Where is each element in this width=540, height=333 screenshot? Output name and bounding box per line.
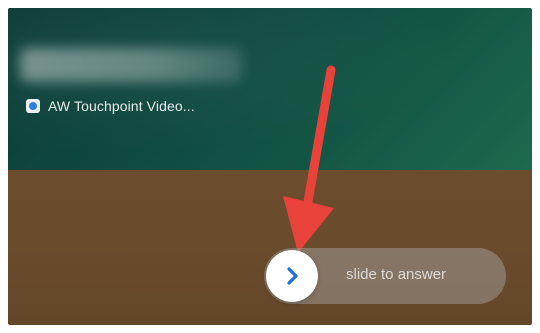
slide-to-answer-slider[interactable]: slide to answer	[264, 248, 506, 304]
video-app-icon	[26, 99, 40, 113]
calling-app-label: AW Touchpoint Video...	[48, 98, 195, 114]
slide-to-answer-label: slide to answer	[346, 266, 447, 283]
wallpaper-top	[8, 8, 532, 170]
calling-app-row: AW Touchpoint Video...	[26, 98, 195, 114]
caller-name-blurred	[20, 48, 242, 82]
incoming-call-screen: AW Touchpoint Video... slide to answer	[8, 8, 532, 325]
answer-knob[interactable]	[266, 250, 318, 302]
chevron-right-icon	[287, 267, 298, 285]
